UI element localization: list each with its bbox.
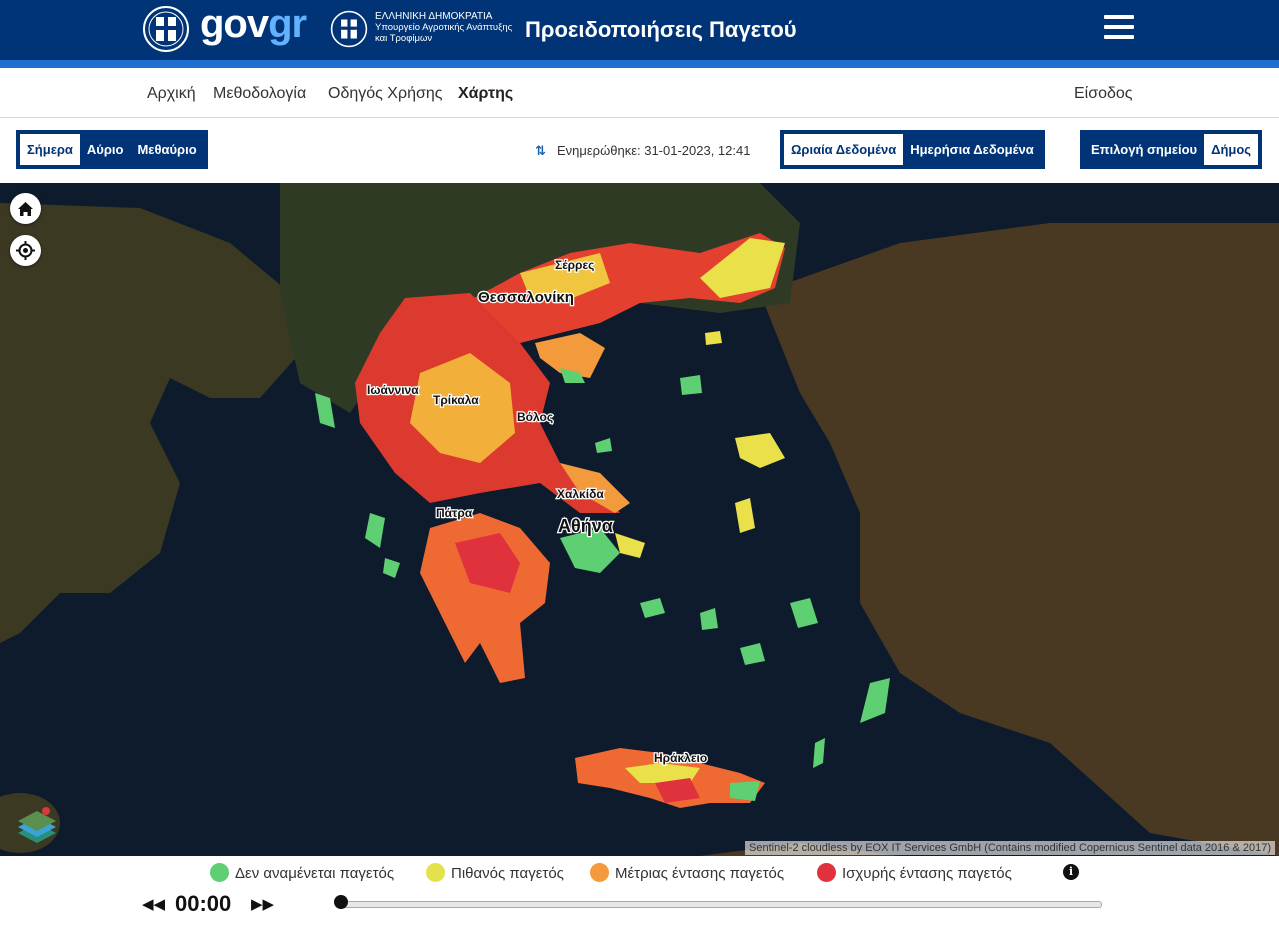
island-limnos <box>680 375 702 395</box>
legend-item-severe-frost: Ισχυρής έντασης παγετός <box>817 863 1012 882</box>
time-slider-thumb[interactable] <box>334 895 348 909</box>
last-updated: ⇅ Ενημερώθηκε: 31-01-2023, 12:41 <box>535 143 750 159</box>
city-label-thessaloniki: Θεσσαλονίκη <box>478 289 574 306</box>
day-selector: Σήμερα Αύριο Μεθαύριο <box>16 130 208 169</box>
header-stripe <box>0 60 1279 68</box>
city-label-heraklion: Ηράκλειο <box>654 751 707 765</box>
nav-user-guide[interactable]: Οδηγός Χρήσης <box>328 85 442 103</box>
refresh-icon[interactable]: ⇅ <box>535 143 551 159</box>
map-attribution: Sentinel-2 cloudless by EOX IT Services … <box>745 841 1275 855</box>
city-label-ioannina: Ιωάννινα <box>367 383 419 397</box>
legend-swatch <box>590 863 609 882</box>
island-zakynthos <box>383 558 400 578</box>
locate-icon[interactable] <box>10 235 41 266</box>
day-today-button[interactable]: Σήμερα <box>20 134 80 165</box>
info-icon[interactable]: i <box>1063 864 1079 880</box>
island-dodecanese <box>790 598 818 628</box>
island-sporades <box>595 438 612 453</box>
legend-swatch <box>817 863 836 882</box>
current-time: 00:00 <box>175 891 232 916</box>
island-rhodes <box>860 678 890 723</box>
hourly-data-button[interactable]: Ωριαία Δεδομένα <box>784 134 904 165</box>
data-type-selector: Ωριαία Δεδομένα Ημερήσια Δεδομένα <box>780 130 1045 169</box>
time-slider-track[interactable] <box>340 901 1102 908</box>
rewind-icon[interactable]: ◀◀ <box>142 895 165 913</box>
island-cyclades-1 <box>640 598 665 618</box>
fast-forward-icon[interactable]: ▶▶ <box>251 895 274 913</box>
city-label-serres: Σέρρες <box>555 258 594 272</box>
nav-home[interactable]: Αρχική <box>147 85 196 103</box>
ministry-emblem-icon <box>330 10 368 48</box>
legend-item-no-frost: Δεν αναμένεται παγετός <box>210 863 394 882</box>
main-nav: Αρχική Μεθοδολογία Οδηγός Χρήσης Χάρτης … <box>0 68 1279 118</box>
login-link[interactable]: Είσοδος <box>1074 85 1133 103</box>
nav-map[interactable]: Χάρτης <box>458 85 513 103</box>
legend-swatch <box>210 863 229 882</box>
top-header-bar: govgr ΕΛΛΗΝΙΚΗ ΔΗΜΟΚΡΑΤΙΑ Υπουργείο Αγρο… <box>0 0 1279 60</box>
frost-map[interactable]: Σέρρες Θεσσαλονίκη Ιωάννινα Τρίκαλα Βόλο… <box>0 183 1279 856</box>
city-label-patra: Πάτρα <box>436 506 473 520</box>
legend-item-moderate-frost: Μέτριας έντασης παγετός <box>590 863 784 882</box>
city-label-athens: Αθήνα <box>558 516 613 536</box>
island-karpathos <box>813 738 825 768</box>
island-cyclades-2 <box>700 608 718 630</box>
city-label-trikala: Τρίκαλα <box>433 393 479 407</box>
home-icon[interactable] <box>10 193 41 224</box>
govgr-logo[interactable]: govgr <box>200 2 307 47</box>
island-thassos <box>705 331 722 345</box>
daily-data-button[interactable]: Ημερήσια Δεδομένα <box>903 134 1041 165</box>
point-mode-selector: Επιλογή σημείου Δήμος <box>1080 130 1263 169</box>
time-player: ◀◀ 00:00 ▶▶ <box>0 887 1279 926</box>
municipality-button[interactable]: Δήμος <box>1204 134 1259 165</box>
greek-emblem-icon <box>143 6 189 52</box>
region-attica-yellow <box>615 533 645 558</box>
map-controls-bar: Σήμερα Αύριο Μεθαύριο ⇅ Ενημερώθηκε: 31-0… <box>0 118 1279 183</box>
select-point-button[interactable]: Επιλογή σημείου <box>1084 134 1204 165</box>
city-label-chalkida: Χαλκίδα <box>557 487 604 501</box>
nav-methodology[interactable]: Μεθοδολογία <box>213 85 306 103</box>
day-after-tomorrow-button[interactable]: Μεθαύριο <box>130 134 203 165</box>
island-kefalonia <box>365 513 385 548</box>
map-canvas[interactable]: Σέρρες Θεσσαλονίκη Ιωάννινα Τρίκαλα Βόλο… <box>0 183 1279 856</box>
land-italy <box>0 203 300 643</box>
day-tomorrow-button[interactable]: Αύριο <box>80 134 131 165</box>
crete-green <box>730 781 760 801</box>
ministry-name: ΕΛΛΗΝΙΚΗ ΔΗΜΟΚΡΑΤΙΑ Υπουργείο Αγροτικής … <box>375 11 513 44</box>
legend-item-possible-frost: Πιθανός παγετός <box>426 863 564 882</box>
layers-icon[interactable] <box>14 803 60 847</box>
land-anatolia <box>760 223 1279 856</box>
island-lesvos <box>735 433 785 468</box>
last-updated-text: Ενημερώθηκε: 31-01-2023, 12:41 <box>557 143 751 158</box>
island-chios <box>735 498 755 533</box>
island-cyclades-3 <box>740 643 765 665</box>
hamburger-menu-icon[interactable] <box>1104 15 1134 43</box>
city-label-volos: Βόλος <box>517 410 553 424</box>
frost-legend: Δεν αναμένεται παγετός Πιθανός παγετός Μ… <box>0 857 1279 887</box>
site-title: Προειδοποιήσεις Παγετού <box>525 17 797 42</box>
legend-swatch <box>426 863 445 882</box>
